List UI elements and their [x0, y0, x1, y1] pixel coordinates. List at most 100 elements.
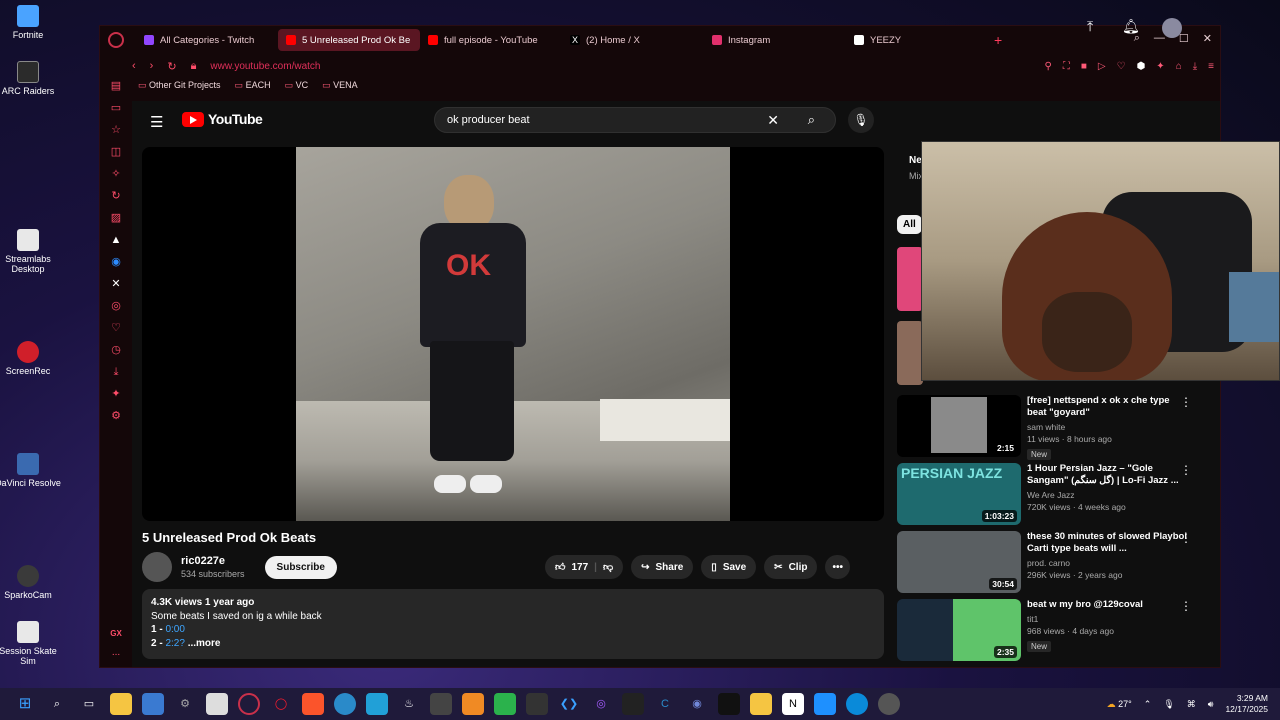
kebab-menu-icon[interactable]: ⋮: [1180, 531, 1192, 545]
recommended-video[interactable]: 2:15 [free] nettspend x ok x che type be…: [897, 395, 1220, 461]
video-description[interactable]: 4.3K views 1 year ago Some beats I saved…: [142, 589, 884, 659]
start-menu-icon[interactable]: ⊞: [14, 693, 36, 715]
tab-yeezy[interactable]: YEEZY: [846, 29, 988, 51]
bookmark-folder[interactable]: VC: [285, 80, 309, 91]
cleaner-icon[interactable]: ▨: [109, 212, 123, 225]
url-field[interactable]: www.youtube.com/watch: [210, 61, 320, 72]
tab-instagram[interactable]: Instagram: [704, 29, 846, 51]
vpn-icon[interactable]: ⬢: [1137, 61, 1146, 72]
account-avatar[interactable]: [1162, 18, 1182, 38]
app-icon[interactable]: C: [654, 693, 676, 715]
app-icon[interactable]: [366, 693, 388, 715]
gx-corner-icon[interactable]: ✧: [109, 168, 123, 181]
bookmark-folder[interactable]: EACH: [235, 80, 271, 91]
kebab-menu-icon[interactable]: ⋮: [1180, 463, 1192, 477]
extensions-sidebar-icon[interactable]: ✦: [109, 388, 123, 401]
desktop-icon-arc-raiders[interactable]: ARC Raiders: [0, 61, 63, 96]
partial-thumbnail[interactable]: [897, 247, 923, 311]
app-icon[interactable]: [142, 693, 164, 715]
pycharm-icon[interactable]: [494, 693, 516, 715]
task-view-icon[interactable]: ▭: [78, 693, 100, 715]
subscribe-button[interactable]: Subscribe: [264, 555, 337, 579]
app-icon[interactable]: [206, 693, 228, 715]
desktop-icon-session[interactable]: Session Skate Sim: [0, 621, 63, 666]
back-icon[interactable]: ‹: [132, 60, 136, 72]
app-icon[interactable]: [462, 693, 484, 715]
bookmark-folder[interactable]: Other Git Projects: [138, 80, 221, 91]
desktop-icon-screenrec[interactable]: ScreenRec: [0, 341, 63, 376]
steam-icon[interactable]: ♨: [398, 693, 420, 715]
thumbs-down-icon[interactable]: 👎︎: [603, 561, 613, 573]
partial-thumbnail[interactable]: [897, 321, 923, 385]
player-icon[interactable]: ◎: [109, 300, 123, 313]
youtube-logo[interactable]: YouTube: [182, 111, 263, 127]
clock[interactable]: 3:29 AM 12/17/2025: [1225, 693, 1268, 715]
opera-gx-logo-icon[interactable]: [108, 32, 124, 48]
tab-youtube-episode[interactable]: full episode - YouTube: [420, 29, 562, 51]
play-icon[interactable]: ▷: [1098, 61, 1106, 72]
opera-gx-taskbar-icon[interactable]: [238, 693, 260, 715]
tray-overflow-icon[interactable]: ⌃: [1144, 699, 1152, 710]
epic-games-icon[interactable]: [622, 693, 644, 715]
brave-icon[interactable]: [302, 693, 324, 715]
settings-taskbar-icon[interactable]: ⚙: [174, 693, 196, 715]
weather-widget[interactable]: ☁ 27°: [1107, 699, 1132, 710]
search-input[interactable]: ok producer beat ✕ ⌕: [434, 107, 836, 133]
notifications-bell-icon[interactable]: 🔔︎: [1122, 18, 1140, 35]
reload-icon[interactable]: ↻: [167, 60, 176, 73]
maximize-icon[interactable]: ☐: [1179, 32, 1189, 45]
close-icon[interactable]: ✕: [1203, 32, 1212, 45]
clip-button[interactable]: ✂ Clip: [764, 555, 818, 579]
chip-all[interactable]: All: [897, 215, 922, 234]
tab-x[interactable]: X (2) Home / X: [562, 29, 704, 51]
mic-tray-icon[interactable]: 🎙︎: [1163, 699, 1174, 710]
more-actions-button[interactable]: •••: [825, 555, 850, 579]
notion-icon[interactable]: N: [782, 693, 804, 715]
mix-partial-title[interactable]: Ne: [909, 155, 922, 166]
discord-icon[interactable]: ◉: [686, 693, 708, 715]
app-icon[interactable]: [526, 693, 548, 715]
chapter-timestamp[interactable]: 2:2?: [165, 638, 184, 649]
share-button[interactable]: ↪ Share: [631, 555, 694, 579]
download-icon[interactable]: ⤓: [1193, 61, 1197, 72]
reader-icon[interactable]: ◫: [109, 146, 123, 159]
history-icon[interactable]: ↻: [109, 190, 123, 203]
show-more-link[interactable]: ...more: [188, 638, 221, 649]
file-explorer-icon[interactable]: [110, 693, 132, 715]
edge-icon[interactable]: [846, 693, 868, 715]
heart-icon[interactable]: ♡: [1117, 61, 1126, 72]
app-icon[interactable]: [430, 693, 452, 715]
save-button[interactable]: ▯ Save: [701, 555, 757, 579]
sidebar-more-icon[interactable]: ...: [112, 647, 120, 658]
speed-dial-icon[interactable]: ▤: [109, 80, 123, 93]
search-icon[interactable]: ⌕: [808, 112, 815, 128]
chapter-timestamp[interactable]: 0:00: [165, 624, 184, 635]
clock-icon[interactable]: ◷: [109, 344, 123, 357]
tab-twitch[interactable]: All Categories - Twitch: [136, 29, 278, 51]
x-sidebar-icon[interactable]: ✕: [109, 278, 123, 291]
settings-icon[interactable]: ⚙: [109, 410, 123, 423]
desktop-icon-streamlabs[interactable]: Streamlabs Desktop: [0, 229, 63, 274]
network-icon[interactable]: ⌘: [1187, 699, 1196, 710]
clear-search-icon[interactable]: ✕: [767, 112, 779, 129]
wallet-icon[interactable]: ▭: [109, 102, 123, 115]
profile-icon[interactable]: ⌂: [1176, 61, 1182, 72]
menu-icon[interactable]: ≡: [1208, 61, 1214, 72]
recommended-video[interactable]: PERSIAN JAZZ 1:03:23 1 Hour Persian Jazz…: [897, 463, 1220, 529]
app-icon[interactable]: [718, 693, 740, 715]
forward-icon[interactable]: ›: [150, 60, 154, 72]
recommended-video[interactable]: 2:35 beat w my bro @129coval tit1 968 vi…: [897, 599, 1220, 665]
app-icon[interactable]: [878, 693, 900, 715]
app-icon[interactable]: [334, 693, 356, 715]
tab-youtube-active[interactable]: 5 Unreleased Prod Ok Be: [278, 29, 420, 51]
channel-avatar[interactable]: [142, 552, 172, 582]
bookmark-folder[interactable]: VENA: [322, 80, 358, 91]
desktop-icon-fortnite[interactable]: Fortnite: [0, 5, 63, 40]
extensions-icon[interactable]: ✦: [1156, 61, 1164, 72]
bookmarks-icon[interactable]: ☆: [109, 124, 123, 137]
pin-icon[interactable]: ⚲: [1045, 61, 1052, 72]
channel-name[interactable]: ric0227e: [181, 555, 245, 567]
volume-icon[interactable]: 🔊︎: [1208, 699, 1214, 710]
new-tab-button[interactable]: +: [994, 32, 1002, 48]
pocket-icon[interactable]: ■: [1081, 61, 1087, 72]
